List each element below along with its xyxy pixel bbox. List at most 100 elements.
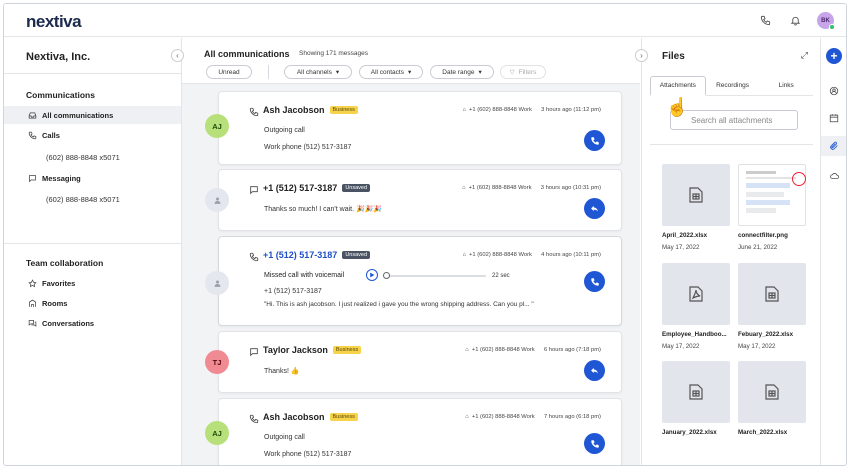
pdf-icon xyxy=(689,286,703,302)
communication-card[interactable]: +1 (512) 517-3187 Unsaved ⌂ +1 (602) 888-8… xyxy=(205,169,622,231)
files-panel: › Files ⤢ Attachments Recordings Links S… xyxy=(635,38,820,465)
sidebar-item-rooms[interactable]: Rooms xyxy=(4,294,181,312)
message-preview: Thanks! 👍 xyxy=(264,368,300,375)
org-name: Nextiva, Inc. xyxy=(26,51,91,63)
tab-attachments[interactable]: Attachments xyxy=(650,76,706,96)
search-attachments-input[interactable]: Search all attachments xyxy=(670,110,798,130)
main-header: All communications Showing 171 messages … xyxy=(182,38,640,84)
cloud-icon[interactable] xyxy=(821,166,846,186)
tab-recordings[interactable]: Recordings xyxy=(706,76,760,95)
sidebar-item-label: Conversations xyxy=(42,318,95,328)
timestamp: 6 hours ago (7:18 pm) xyxy=(543,347,601,353)
chip-label: All channels xyxy=(296,68,332,76)
file-thumbnail[interactable] xyxy=(662,164,730,226)
line-number: +1 (602) 888-8848 Work xyxy=(471,414,535,420)
user-avatar[interactable]: BK xyxy=(817,12,835,30)
contact-name-text: +1 (512) 517-3187 xyxy=(263,183,338,193)
communication-card[interactable]: AJ Ash Jacobson Business ⌂ +1 (602) 888-88… xyxy=(205,398,622,465)
file-name[interactable]: connectfilter.png xyxy=(738,232,810,239)
chip-label: Unread xyxy=(218,68,240,76)
nextiva-logo[interactable]: nextiva xyxy=(26,12,82,32)
message-count: Showing 171 messages xyxy=(299,50,369,57)
card-summary: Outgoing call xyxy=(264,127,305,134)
divider xyxy=(650,144,813,145)
contacts-dropdown[interactable]: All contacts ▾ xyxy=(359,65,423,79)
filters-button[interactable]: ▽ Filters xyxy=(500,65,546,79)
sidebar-item-messaging[interactable]: Messaging xyxy=(4,169,181,187)
call-button[interactable] xyxy=(584,130,605,151)
contact-name: +1 (512) 517-3187 Unsaved xyxy=(263,250,371,260)
channels-dropdown[interactable]: All channels ▾ xyxy=(284,65,352,79)
sidebar-item-all-communications[interactable]: All communications xyxy=(4,106,181,124)
card-meta: ⌂ +1 (602) 888-8848 Work 7 hours ago (6:1… xyxy=(465,414,601,420)
card-meta: ⌂ +1 (602) 888-8848 Work 3 hours ago (10:… xyxy=(462,185,601,191)
reply-button[interactable] xyxy=(584,198,605,219)
unread-filter-button[interactable]: Unread xyxy=(206,65,252,79)
sidebar-item-conversations[interactable]: Conversations xyxy=(4,314,181,332)
sidebar-item-calls[interactable]: Calls xyxy=(4,126,181,144)
contact-name-text[interactable]: +1 (512) 517-3187 xyxy=(263,250,337,260)
file-thumbnail[interactable] xyxy=(662,263,730,325)
phone-icon[interactable] xyxy=(757,13,773,29)
messaging-number[interactable]: (602) 888-8848 x5071 xyxy=(46,195,120,204)
reply-button[interactable] xyxy=(584,360,605,381)
app-window: nextiva BK Nextiva, Inc. ‹ Communication… xyxy=(3,3,847,466)
file-name[interactable]: April_2022.xlsx xyxy=(662,232,734,239)
play-voicemail-button[interactable] xyxy=(366,269,378,281)
communication-card[interactable]: +1 (512) 517-3187 Unsaved ⌂ +1 (602) 888-8… xyxy=(205,236,622,326)
new-button[interactable]: + xyxy=(826,48,842,64)
communication-card[interactable]: AJ Ash Jacobson Business ⌂ +1 (602) 888-88… xyxy=(205,91,622,165)
bell-icon[interactable] xyxy=(787,13,803,29)
collapse-files-button[interactable]: › xyxy=(635,49,648,62)
unsaved-badge: Unsaved xyxy=(342,251,371,259)
expand-icon[interactable]: ⤢ xyxy=(801,50,808,61)
phone-missed-icon xyxy=(249,252,259,262)
line-number: +1 (602) 888-8848 Work xyxy=(469,107,532,113)
star-icon xyxy=(28,278,37,287)
building-icon xyxy=(29,299,36,307)
phone-icon xyxy=(590,277,599,286)
file-date: May 17, 2022 xyxy=(662,244,700,251)
card-summary: Missed call with voicemail xyxy=(264,272,345,279)
search-placeholder: Search all attachments xyxy=(691,115,773,125)
calendar-icon[interactable] xyxy=(821,108,846,128)
sidebar-item-favorites[interactable]: Favorites xyxy=(4,274,181,292)
collapse-sidebar-button[interactable]: ‹ xyxy=(171,49,184,62)
contact-name: Ash Jacobson Business xyxy=(263,105,358,115)
contact-icon[interactable] xyxy=(821,81,846,101)
tab-links[interactable]: Links xyxy=(759,76,813,95)
chat-icon xyxy=(29,174,36,182)
team-collaboration-title: Team collaboration xyxy=(26,258,104,268)
divider xyxy=(4,243,181,244)
date-range-dropdown[interactable]: Date range ▾ xyxy=(430,65,494,79)
file-name[interactable]: Employee_Handboo... xyxy=(662,331,734,338)
calls-number[interactable]: (602) 888-8848 x5071 xyxy=(46,153,120,162)
sidebar-item-label: Messaging xyxy=(42,173,81,183)
spreadsheet-icon xyxy=(689,187,703,203)
person-icon xyxy=(214,280,220,287)
file-thumbnail[interactable] xyxy=(738,164,806,226)
sidebar-item-label: Calls xyxy=(42,130,60,140)
file-thumbnail[interactable] xyxy=(738,263,806,325)
timestamp: 7 hours ago (6:18 pm) xyxy=(543,414,601,420)
file-thumbnail[interactable] xyxy=(738,361,806,423)
file-name[interactable]: January_2022.xlsx xyxy=(662,429,734,436)
call-button[interactable] xyxy=(584,271,605,292)
file-thumbnail[interactable] xyxy=(662,361,730,423)
chat-icon xyxy=(250,186,258,195)
file-name[interactable]: March_2022.xlsx xyxy=(738,429,810,436)
playback-scrubber[interactable] xyxy=(383,272,390,279)
file-name[interactable]: Febuary_2022.xlsx xyxy=(738,331,810,338)
voicemail-duration: 22 sec xyxy=(492,273,510,279)
attachment-icon[interactable] xyxy=(821,136,846,156)
call-button[interactable] xyxy=(584,433,605,454)
play-icon xyxy=(370,272,375,278)
avatar: AJ xyxy=(205,421,229,445)
card-detail: Work phone (512) 517-3187 xyxy=(264,451,352,458)
message-preview: Thanks so much! I can't wait. 🎉🎉🎉 xyxy=(264,206,383,213)
playback-track[interactable] xyxy=(389,275,486,277)
contact-name: +1 (512) 517-3187 Unsaved xyxy=(263,183,371,193)
business-badge: Business xyxy=(329,106,358,114)
avatar xyxy=(205,271,229,295)
communication-card[interactable]: TJ Taylor Jackson Business ⌂ +1 (602) 888-… xyxy=(205,331,622,393)
